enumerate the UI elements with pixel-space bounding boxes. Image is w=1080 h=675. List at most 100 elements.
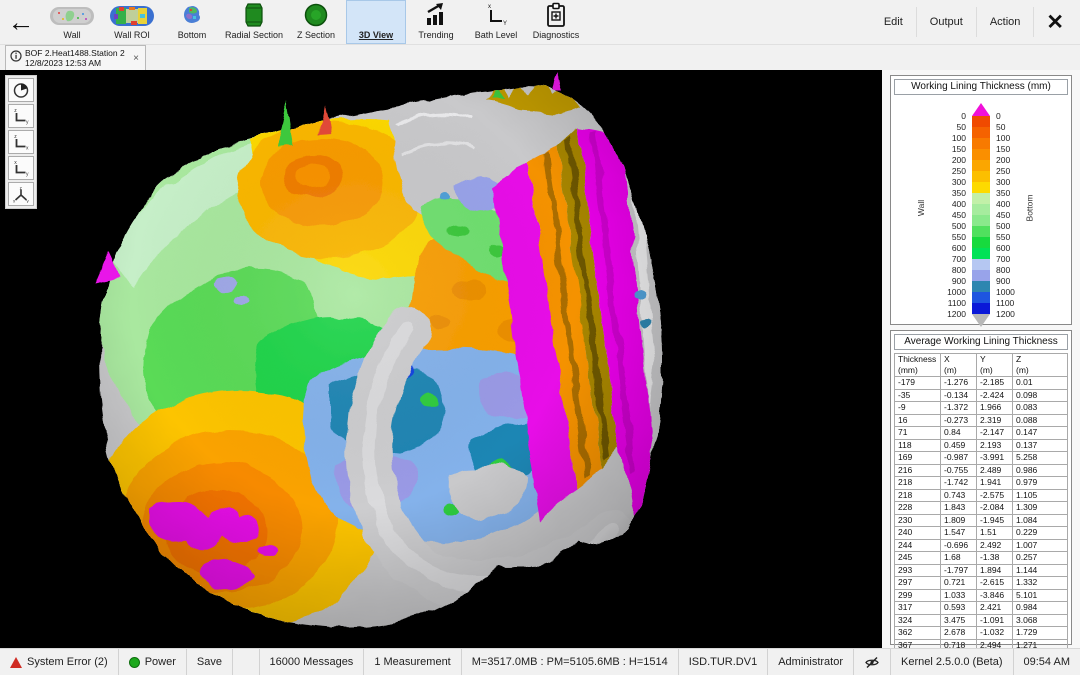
menu-action[interactable]: Action xyxy=(977,16,1034,28)
table-column-header[interactable]: Z(m) xyxy=(1013,354,1068,377)
table-row[interactable]: 2281.843-2.0841.309 xyxy=(895,502,1068,515)
measurement-status[interactable]: 1 Measurement xyxy=(363,649,460,675)
table-cell: 1.729 xyxy=(1013,627,1068,640)
messages-status[interactable]: 16000 Messages xyxy=(259,649,364,675)
table-column-header[interactable]: Y(m) xyxy=(977,354,1013,377)
tab-title: BOF 2.Heat1488.Station 2 xyxy=(25,48,131,58)
table-row[interactable]: 2180.743-2.5751.105 xyxy=(895,489,1068,502)
three-d-viewport[interactable]: z y z x x y xyxy=(0,70,882,648)
legend-ticks-left: 0501001502002503003504004505005506007008… xyxy=(936,103,966,329)
table-cell: 2.492 xyxy=(977,539,1013,552)
table-cell: 1.007 xyxy=(1013,539,1068,552)
colorbar-segment xyxy=(972,281,990,292)
system-error-status[interactable]: System Error (2) xyxy=(0,649,119,675)
pie-section-view-button[interactable] xyxy=(8,78,34,102)
table-cell: -0.273 xyxy=(941,414,977,427)
table-row[interactable]: -35-0.134-2.4240.098 xyxy=(895,389,1068,402)
furnace-3d-render xyxy=(0,70,882,648)
save-status[interactable]: Save xyxy=(187,649,233,675)
isometric-view-button[interactable]: z x y xyxy=(8,182,34,206)
tab-text: BOF 2.Heat1488.Station 2 12/8/2023 12:53… xyxy=(25,48,131,68)
table-header-row: Thickness(mm)X(m)Y(m)Z(m) xyxy=(895,354,1068,377)
clock-status: 09:54 AM xyxy=(1013,649,1080,675)
table-cell: 71 xyxy=(895,427,941,440)
menu-edit[interactable]: Edit xyxy=(871,16,916,28)
legend-tick-label: 400 xyxy=(936,199,966,209)
legend-tick-label: 800 xyxy=(936,265,966,275)
table-row[interactable]: 2401.5471.510.229 xyxy=(895,527,1068,540)
toolbar-button-wall[interactable]: Wall xyxy=(42,0,102,44)
menu-output[interactable]: Output xyxy=(917,16,976,28)
table-row[interactable]: 3170.5932.4210.984 xyxy=(895,602,1068,615)
colorbar-segment xyxy=(972,149,990,160)
table-row[interactable]: 2301.809-1.9451.084 xyxy=(895,514,1068,527)
wall-roi-thumbnail-icon xyxy=(109,4,155,28)
back-button[interactable]: ← xyxy=(0,0,42,44)
table-row[interactable]: 3622.678-1.0321.729 xyxy=(895,627,1068,640)
table-row[interactable]: 3243.475-1.0913.068 xyxy=(895,614,1068,627)
axis-zy-icon: z y xyxy=(12,107,30,125)
table-cell: 218 xyxy=(895,489,941,502)
table-cell: -35 xyxy=(895,389,941,402)
legend-tick-label: 300 xyxy=(936,177,966,187)
table-row[interactable]: 1180.4592.1930.137 xyxy=(895,439,1068,452)
table-row[interactable]: 244-0.6962.4921.007 xyxy=(895,539,1068,552)
table-cell: 1.894 xyxy=(977,564,1013,577)
table-row[interactable]: 16-0.2732.3190.088 xyxy=(895,414,1068,427)
svg-text:x: x xyxy=(26,146,29,152)
system-error-label: System Error (2) xyxy=(27,656,108,668)
toolbar-button-bottom[interactable]: Bottom xyxy=(162,0,222,44)
table-cell: 1.843 xyxy=(941,502,977,515)
svg-text:y: y xyxy=(27,199,30,204)
colorbar-segment xyxy=(972,226,990,237)
table-column-header[interactable]: X(m) xyxy=(941,354,977,377)
toolbar-button-bath-level[interactable]: x Y Bath Level xyxy=(466,0,526,44)
view-zx-button[interactable]: z x xyxy=(8,130,34,154)
toolbar-button-3d-view[interactable]: 3D View xyxy=(346,0,406,44)
table-row[interactable]: 169-0.987-3.9915.258 xyxy=(895,452,1068,465)
table-row[interactable]: 710.84-2.1470.147 xyxy=(895,427,1068,440)
measurement-tab[interactable]: BOF 2.Heat1488.Station 2 12/8/2023 12:53… xyxy=(5,45,146,70)
toolbar-button-radial-section[interactable]: Radial Section xyxy=(222,0,286,44)
table-cell: 1.966 xyxy=(977,402,1013,415)
table-cell: -1.091 xyxy=(977,614,1013,627)
legend-tick-label: 350 xyxy=(936,188,966,198)
tab-close-icon[interactable]: × xyxy=(131,53,141,64)
svg-text:y: y xyxy=(26,120,29,126)
legend-tick-label: 400 xyxy=(996,199,1026,209)
table-cell: -0.987 xyxy=(941,452,977,465)
legend-tick-label: 0 xyxy=(996,111,1026,121)
view-xy-button[interactable]: x y xyxy=(8,156,34,180)
table-row[interactable]: 2991.033-3.8465.101 xyxy=(895,589,1068,602)
legend-tick-label: 50 xyxy=(936,122,966,132)
legend-tick-label: 550 xyxy=(996,232,1026,242)
table-cell: -0.755 xyxy=(941,464,977,477)
right-sidebar: Working Lining Thickness (mm) Wall 05010… xyxy=(882,70,1080,648)
colorbar-segment xyxy=(972,270,990,281)
window-close-button[interactable]: ✕ xyxy=(1034,10,1080,35)
view-orientation-toolbar: z y z x x y xyxy=(5,75,37,209)
table-row[interactable]: 216-0.7552.4890.986 xyxy=(895,464,1068,477)
table-row[interactable]: 2970.721-2.6151.332 xyxy=(895,577,1068,590)
table-row[interactable]: -9-1.3721.9660.083 xyxy=(895,402,1068,415)
legend-tick-label: 500 xyxy=(996,221,1026,231)
table-row[interactable]: -179-1.276-2.1850.01 xyxy=(895,377,1068,390)
thickness-table-panel: Average Working Lining Thickness Thickne… xyxy=(890,330,1072,645)
toolbar-button-trending[interactable]: Trending xyxy=(406,0,466,44)
visibility-toggle[interactable] xyxy=(853,649,890,675)
legend-tick-label: 1100 xyxy=(936,298,966,308)
table-column-header[interactable]: Thickness(mm) xyxy=(895,354,941,377)
axis-xy-icon: x y xyxy=(12,159,30,177)
toolbar-button-diagnostics[interactable]: Diagnostics xyxy=(526,0,586,44)
table-row[interactable]: 2451.68-1.380.257 xyxy=(895,552,1068,565)
user-status[interactable]: Administrator xyxy=(767,649,853,675)
table-cell: 0.137 xyxy=(1013,439,1068,452)
toolbar-button-wall-roi[interactable]: Wall ROI xyxy=(102,0,162,44)
table-row[interactable]: 293-1.7971.8941.144 xyxy=(895,564,1068,577)
view-zy-button[interactable]: z y xyxy=(8,104,34,128)
table-cell: -9 xyxy=(895,402,941,415)
toolbar-button-z-section[interactable]: Z Section xyxy=(286,0,346,44)
power-status[interactable]: Power xyxy=(119,649,187,675)
table-row[interactable]: 218-1.7421.9410.979 xyxy=(895,477,1068,490)
toolbar-button-label: Diagnostics xyxy=(533,30,580,40)
